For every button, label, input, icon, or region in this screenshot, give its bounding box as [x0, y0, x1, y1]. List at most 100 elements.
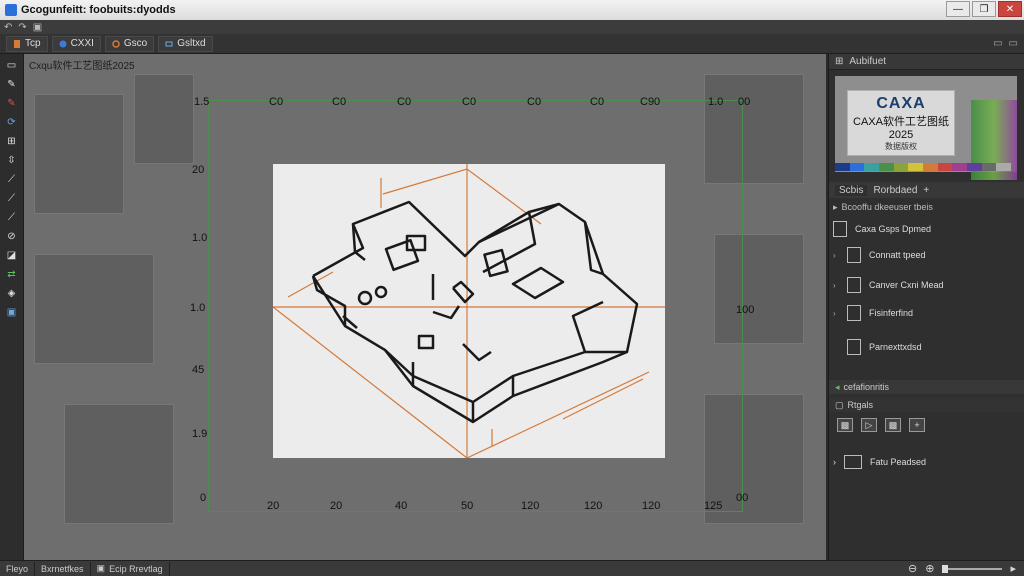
left-axis-label: 20 — [192, 164, 205, 176]
library-item[interactable]: › Fisinferfind — [833, 300, 1019, 326]
expand-icon[interactable]: › — [833, 281, 839, 290]
logo-text: CAXA — [876, 95, 926, 112]
brush-tool-icon[interactable]: ⟋ — [4, 210, 20, 224]
folder-item[interactable]: › Fatu Peadsed — [833, 452, 1019, 472]
preview-tab-label: Aubifuet — [849, 56, 887, 67]
left-axis-label: 45 — [192, 364, 205, 376]
top-axis-label: C0 — [397, 96, 412, 108]
bottom-axis-label: 00 — [736, 492, 749, 504]
properties-title: Rtgals — [847, 400, 874, 410]
layers-icon: ◂ — [835, 381, 840, 392]
rotate-tool-icon[interactable]: ⟳ — [4, 115, 20, 129]
logo-subtitle: CAXA软件工艺图纸2025 — [853, 116, 949, 141]
export-tool-icon[interactable]: ▣ — [4, 305, 20, 319]
properties-header[interactable]: ▢ Rtgals — [829, 398, 1024, 412]
color-swatches[interactable] — [835, 163, 1012, 171]
status-tab-bxrnetfkes[interactable]: Bxrnetfkes — [35, 561, 91, 576]
minimize-button[interactable]: — — [946, 1, 970, 17]
left-axis-label: 1.0 — [192, 232, 208, 244]
expand-icon[interactable]: › — [833, 309, 839, 318]
file-button-label: Tcp — [25, 38, 41, 49]
drawing-title: Cxqu软件工艺图纸2025 — [29, 61, 135, 72]
library-item[interactable]: Caxa Gsps Dpmed — [833, 216, 1019, 242]
preview-tab[interactable]: ⊞ Aubifuet — [829, 54, 1024, 70]
background-tile — [34, 94, 124, 214]
save-icon[interactable]: ▣ — [33, 22, 42, 33]
document-icon — [847, 277, 861, 293]
line-tool-icon[interactable]: ⟋ — [4, 191, 20, 205]
tab-scbis[interactable]: Scbis — [835, 184, 868, 196]
top-axis-label: C0 — [462, 96, 477, 108]
select-tool-icon[interactable]: ▭ — [4, 58, 20, 72]
file-button[interactable]: Tcp — [6, 35, 48, 52]
library-item-label: Canver Cxni Mead — [869, 280, 944, 290]
top-axis-label: 1.5 — [194, 96, 210, 108]
window-title: Gcogunfeitt: foobuits:dyodds — [21, 4, 176, 16]
zoom-in-icon[interactable]: ⊕ — [925, 562, 934, 575]
measure-tool-icon[interactable]: ⊞ — [4, 134, 20, 148]
expand-icon[interactable]: › — [833, 251, 839, 260]
tab-rorbdaed[interactable]: Rorbdaed — [873, 185, 917, 196]
file-icon — [14, 39, 20, 48]
link-button[interactable]: Gsltxd — [158, 35, 213, 52]
background-tile — [134, 74, 194, 164]
play-icon[interactable]: ▷ — [861, 418, 877, 432]
panel-menu-icon[interactable]: ▭ — [993, 38, 1002, 49]
left-axis-label: 0 — [200, 492, 207, 504]
maximize-button[interactable]: ❐ — [972, 1, 996, 17]
folder-label: Fatu Peadsed — [870, 457, 927, 467]
left-axis-label: 1.0 — [190, 302, 206, 314]
library-list-header: ▸ Bcooffu dkeeuser tbeis — [833, 200, 1021, 214]
image-icon[interactable]: ▩ — [837, 418, 853, 432]
toolbar: Tcp CXXI Gsco Gsltxd — [0, 34, 1024, 54]
cloud-icon — [59, 40, 67, 47]
gear-icon — [112, 39, 120, 48]
link-tool-icon[interactable]: ⊘ — [4, 229, 20, 243]
zoom-expand-icon[interactable]: ▸ — [1010, 562, 1016, 575]
arrow-tool-icon[interactable]: ⇄ — [4, 267, 20, 281]
library-item-label: Fisinferfind — [869, 308, 914, 318]
redo-icon[interactable]: ↷ — [18, 22, 26, 33]
logo-caption: 数据版权 — [885, 142, 917, 151]
library-item-label: Connatt tpeed — [869, 250, 926, 260]
dimension-tool-icon[interactable]: ⇳ — [4, 153, 20, 167]
status-tab-fleyo[interactable]: Fleyo — [0, 561, 36, 576]
title-bar: Gcogunfeitt: foobuits:dyodds — ❐ ✕ — [0, 0, 1024, 20]
properties-icon: ▢ — [835, 399, 844, 410]
image-edit-icon[interactable]: ▩ — [885, 418, 901, 432]
right-axis-label: 100 — [736, 304, 755, 316]
drawing-viewport[interactable]: Cxqu软件工艺图纸2025 1.5 C0 C0 C0 C0 C0 C0 C90… — [24, 54, 826, 560]
right-panel: ⊞ Aubifuet CAXA CAXA软件工艺图纸2025 数据版权 Scbi… — [828, 54, 1024, 560]
library-item[interactable]: Parnexttxdsd — [833, 334, 1019, 360]
panel-restore-icon[interactable]: ▭ — [1009, 38, 1018, 49]
layers-header[interactable]: ◂ cefafionritis — [829, 380, 1024, 394]
knife-tool-icon[interactable]: ⟋ — [4, 172, 20, 186]
bottom-axis-label: 50 — [461, 500, 474, 512]
bottom-axis-label: 120 — [584, 500, 603, 512]
folder-icon — [844, 455, 862, 469]
add-icon[interactable]: + — [909, 418, 925, 432]
library-item[interactable]: › Connatt tpeed — [833, 242, 1019, 268]
zoom-out-icon[interactable]: ⊖ — [908, 562, 917, 575]
thumbnail-preview: CAXA CAXA软件工艺图纸2025 数据版权 — [835, 76, 1017, 180]
cloud-button[interactable]: CXXI — [51, 35, 101, 52]
library-item[interactable]: › Canver Cxni Mead — [833, 272, 1019, 298]
expand-icon[interactable]: › — [833, 457, 836, 467]
pencil-tool-icon[interactable]: ✎ — [4, 77, 20, 91]
settings-button[interactable]: Gsco — [104, 35, 155, 52]
top-axis-label: C0 — [269, 96, 284, 108]
top-axis-label: 00 — [738, 96, 751, 108]
bottom-axis-label: 120 — [521, 500, 540, 512]
close-button[interactable]: ✕ — [998, 1, 1022, 17]
undo-icon[interactable]: ↶ — [4, 22, 12, 33]
marker-tool-icon[interactable]: ✎ — [4, 96, 20, 110]
top-axis-label: C90 — [640, 96, 661, 108]
add-tab-icon[interactable]: + — [923, 185, 929, 196]
top-axis-label: 1.0 — [708, 96, 724, 108]
top-axis-label: C0 — [590, 96, 605, 108]
paint-tool-icon[interactable]: ◪ — [4, 248, 20, 262]
properties-tools: ▩ ▷ ▩ + — [837, 418, 925, 432]
tag-tool-icon[interactable]: ◈ — [4, 286, 20, 300]
status-tab-ecip[interactable]: ▣ Ecip Rrevtlag — [91, 561, 170, 576]
zoom-slider[interactable] — [942, 564, 1003, 573]
